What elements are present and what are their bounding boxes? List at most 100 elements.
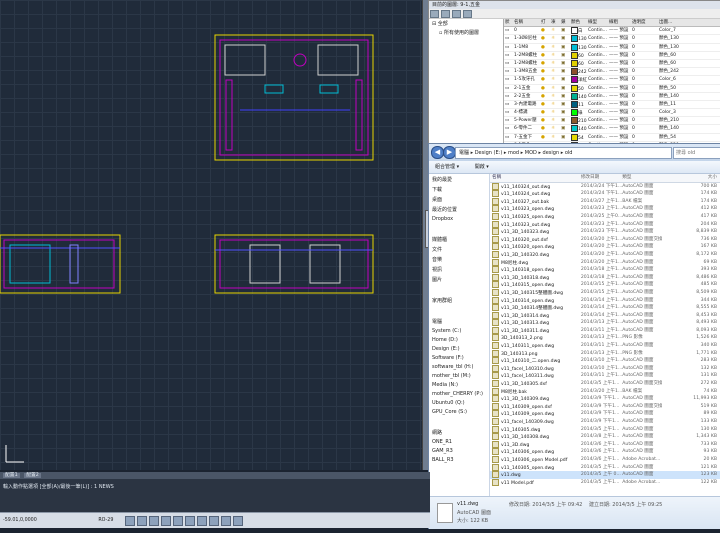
layer-freeze-icon[interactable]: ☼ [550,134,560,141]
nav-item[interactable]: Media (N:) [429,380,489,389]
file-row[interactable]: v11_140314_open.dwg 2014/3/14 上午1... AutoC… [490,296,720,305]
layer-freeze-icon[interactable]: ☼ [550,93,560,100]
tree-item-used[interactable]: ▫ 所有使用的圖層 [429,28,503,37]
layer-name[interactable]: 1-5攻牙孔 [513,76,540,83]
layer-color[interactable]: 54 [570,133,587,141]
file-row[interactable]: v11_3D_140314.dwg 2014/3/14 上午1... AutoCAD… [490,311,720,320]
layer-linetype[interactable]: Contin... [587,27,608,34]
file-row[interactable]: v11 Model.pdf 2014/3/5 上午1... Adobe Acroba… [490,478,720,487]
layer-row[interactable]: ▭ 3-內建電路 ● ☼ ▣ 11 Contin... —— 預設 0 顏色_11 [504,100,720,110]
layer-lock-icon[interactable]: ▣ [560,101,570,108]
nav-item[interactable]: ONE_R1 [429,437,489,446]
layer-lineweight[interactable]: —— 預設 [608,101,631,108]
col-date[interactable]: 修改日期 [581,174,622,182]
file-row[interactable]: v11_3D_140315整體圖.dwg 2014/3/15 上午1... Auto… [490,288,720,297]
ortho-icon[interactable] [149,516,159,526]
layer-row[interactable]: ▭ 1-2M8螺柱 ● ☼ ▣ 60 Contin... —— 預設 0 顏色_60 [504,51,720,60]
tab-layout1[interactable]: 配置1 [3,473,20,478]
nav-item[interactable]: 下載 [429,184,489,194]
nav-item[interactable]: 網路 [429,427,489,437]
layer-freeze-icon[interactable]: ☼ [550,76,560,83]
nav-item[interactable]: 音樂 [429,254,489,264]
layer-lock-icon[interactable]: ▣ [560,27,570,34]
search-input[interactable]: 搜尋 old [673,147,720,159]
layer-color[interactable]: 130 [570,35,587,43]
nav-item[interactable]: 文件 [429,244,489,254]
layer-color[interactable]: 140 [570,125,587,133]
file-row[interactable]: v11_3D_140314整體圖.dwg 2014/3/14 上午1... Auto… [490,304,720,312]
layer-on-icon[interactable]: ● [540,109,550,116]
layer-lock-icon[interactable]: ▣ [560,44,570,51]
file-row[interactable]: v11_140309_open.dwg 2014/3/9 下午1... AutoCA… [490,410,720,418]
nav-item[interactable]: GAM_R3 [429,446,489,455]
file-row[interactable]: v11_3D_140318.dwg 2014/3/18 上午1... AutoCAD… [490,273,720,282]
layer-plotstyle[interactable]: 顏色_242 [658,68,683,75]
layer-linetype[interactable]: Contin... [587,44,608,51]
cad-drawing-area[interactable] [0,0,430,470]
file-row[interactable]: v11_3D_140308.dwg 2014/3/8 上午1... AutoCAD … [490,433,720,441]
layer-on-icon[interactable]: ● [540,125,550,132]
layer-lock-icon[interactable]: ▣ [560,134,570,141]
layer-freeze-icon[interactable]: ☼ [550,35,560,42]
layer-lineweight[interactable]: —— 預設 [608,109,631,116]
layer-color[interactable]: 50 [570,84,587,92]
layer-lock-icon[interactable]: ▣ [560,125,570,132]
layer-lineweight[interactable]: —— 預設 [608,27,631,34]
layer-transparency[interactable]: 0 [631,60,658,67]
layer-lock-icon[interactable]: ▣ [560,76,570,83]
layer-name[interactable]: 0 [513,27,540,34]
layer-freeze-icon[interactable]: ☼ [550,68,560,75]
layer-on-icon[interactable]: ● [540,27,550,34]
set-current-icon[interactable] [463,10,472,18]
snap-icon[interactable] [125,516,135,526]
layer-lock-icon[interactable]: ▣ [560,93,570,100]
nav-item[interactable]: Home (D:) [429,335,489,344]
layer-name[interactable]: 1-3Ø8尼柱 [513,35,540,42]
polar-icon[interactable] [161,516,171,526]
new-layer-icon[interactable] [430,10,439,18]
layer-row[interactable]: ▭ 2-1五金 ● ☼ ▣ 50 Contin... —— 預設 0 顏色_50 [504,84,720,93]
layer-transparency[interactable]: 0 [631,101,658,108]
file-row[interactable]: v11_facel_140310.dwg 2014/3/10 上午1... Auto… [490,364,720,373]
layer-color[interactable]: 60 [570,59,587,67]
layer-name[interactable]: 1-3M8五金 [513,68,540,75]
layer-plotstyle[interactable]: Color_7 [658,27,683,34]
layer-name[interactable]: 2-2五金 [513,93,540,100]
file-row[interactable]: v11_3D_140323.dwg 2014/3/23 下午1... AutoCAD… [490,228,720,236]
layer-linetype[interactable]: Contin... [587,76,608,83]
layer-linetype[interactable]: Contin... [587,125,608,132]
osnap-icon[interactable] [173,516,183,526]
nav-item[interactable]: System (C:) [429,326,489,335]
tab-layout2[interactable]: 配置2 [24,473,41,478]
file-row[interactable]: v11_3D_140320.dwg 2014/3/20 上午1... AutoCAD… [490,250,720,259]
file-row[interactable]: v11_140323_out.dwg 2014/3/23 上午1... AutoCA… [490,220,720,229]
layer-linetype[interactable]: Contin... [587,93,608,100]
layer-color[interactable]: 綠 [570,109,587,117]
layer-freeze-icon[interactable]: ☼ [550,85,560,92]
layer-plotstyle[interactable]: 顏色_130 [658,35,683,42]
file-row[interactable]: v11_140320_open.dwg 2014/3/20 上午1... AutoC… [490,243,720,251]
layer-on-icon[interactable]: ● [540,60,550,67]
layer-transparency[interactable]: 0 [631,125,658,132]
layer-name[interactable]: 1-2M8螺柱 [513,52,540,59]
col-size[interactable]: 大小 [662,174,720,182]
file-row[interactable]: v11_3D_140313.dwg 2014/3/13 上午1... AutoCAD… [490,319,720,327]
layer-row[interactable]: ▭ 2-2五金 ● ☼ ▣ 140 Contin... —— 預設 0 顏色_140 [504,92,720,101]
layer-freeze-icon[interactable]: ☼ [550,101,560,108]
layer-lineweight[interactable]: —— 預設 [608,125,631,132]
nav-item[interactable]: 圖片 [429,274,489,284]
nav-item[interactable]: 媒體櫃 [429,234,489,244]
file-row[interactable]: M8尼柱.dwg 2014/3/20 上午1... AutoCAD 圖面 69 KB [490,258,720,267]
layer-row[interactable]: ▭ 7-五金下 ● ☼ ▣ 54 Contin... —— 預設 0 顏色_54 [504,133,720,142]
layer-on-icon[interactable]: ● [540,68,550,75]
layer-color[interactable]: 11 [570,100,587,108]
nav-item[interactable]: BALL_R3 [429,455,489,464]
layer-transparency[interactable]: 0 [631,44,658,51]
nav-item[interactable]: Dropbox [429,214,489,223]
layer-name[interactable]: 1-1M8 [513,44,540,51]
layer-lock-icon[interactable]: ▣ [560,109,570,116]
nav-item[interactable]: 電腦 [429,316,489,326]
layer-plotstyle[interactable]: 顏色_11 [658,101,683,108]
layer-row[interactable]: ▭ 1-3Ø8尼柱 ● ☼ ▣ 130 Contin... —— 預設 0 顏色_130 [504,35,720,44]
nav-item[interactable]: Design (E:) [429,344,489,353]
